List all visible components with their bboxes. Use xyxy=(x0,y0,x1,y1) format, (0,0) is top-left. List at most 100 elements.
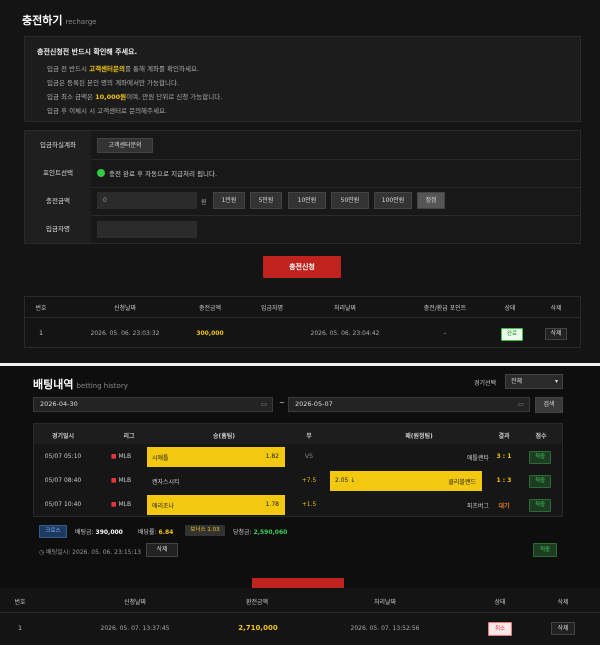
col-draw: 무 xyxy=(306,433,312,440)
away-team: 피츠버그 xyxy=(466,503,489,510)
game-time: 05/07 05:10 xyxy=(44,453,82,460)
point-text: 충전 완료 후 자동으로 지급처리 됩니다. xyxy=(109,170,218,178)
amount-50man-button[interactable]: 50만원 xyxy=(331,192,369,209)
row-proc-date: 2026. 05. 06. 23:04:42 xyxy=(310,330,380,337)
col-req-date: 신청날짜 xyxy=(113,305,137,312)
home-odds: 1.82 xyxy=(265,453,279,460)
away-team: 클리블랜드 xyxy=(448,479,476,486)
calendar-icon: ▭ xyxy=(517,400,524,408)
handicap-cell: +7.5 xyxy=(301,477,317,484)
amount-10man-button[interactable]: 10만원 xyxy=(288,192,326,209)
amount-input[interactable]: 0 xyxy=(97,192,197,209)
amount-row: 충전금액 0 원 1만원 5만원 10만원 50만원 100만원 정정 xyxy=(25,187,580,216)
col-delete: 삭제 xyxy=(550,305,562,312)
amount-5man-button[interactable]: 5만원 xyxy=(250,192,282,209)
game-league: ■ MLB xyxy=(110,501,132,508)
col-time: 경기일시 xyxy=(51,433,75,440)
table-header: 번호 신청날짜 충전금액 입금자명 처리날짜 충전/환급 포인트 상태 삭제 xyxy=(25,297,580,318)
depositor-label: 입금자명 xyxy=(25,215,91,243)
col-status: 상태 xyxy=(494,599,506,606)
table-row: 05/07 08:40 ■ MLB 캔자스시티 +7.5 2.05 ↓ 클리블랜드… xyxy=(34,470,562,492)
point-label: 포인트선택 xyxy=(25,159,91,187)
away-team: 애틀랜타 xyxy=(466,455,489,462)
result-badge: 적중 xyxy=(529,499,551,512)
home-odds: 1.78 xyxy=(265,501,279,508)
notice-line: 입금 후 이체시 시 고객센터로 문의해주세요. xyxy=(47,107,168,115)
home-team: 시애틀 xyxy=(152,455,169,462)
row-no: 1 xyxy=(39,330,43,337)
filter-label: 경기선택 xyxy=(474,380,497,387)
amount-label: 충전금액 xyxy=(25,187,91,215)
amount-1man-button[interactable]: 1만원 xyxy=(213,192,245,209)
game-score: 1 : 3 xyxy=(496,477,512,484)
check-icon xyxy=(97,169,105,177)
col-home: 승(홈팀) xyxy=(212,433,236,440)
bet-odds: 배당률: 6.84 xyxy=(138,529,174,536)
bet-summary: 크로스 배팅금: 390,000 배당률: 6.84 보너스 1.03 당첨금:… xyxy=(33,520,563,562)
table-header: 경기일시 리그 승(홈팀) 무 패(원정팀) 결과 점수 xyxy=(34,424,562,444)
table-header: 번호 신청날짜 환전금액 처리날짜 상태 삭제 xyxy=(0,588,600,613)
game-league: ■ MLB xyxy=(110,477,132,484)
home-team: 캔자스시티 xyxy=(152,479,180,486)
mlb-flag-icon: ■ xyxy=(110,477,117,484)
col-amount: 충전금액 xyxy=(198,305,222,312)
depositor-input[interactable] xyxy=(97,221,197,238)
mlb-flag-icon: ■ xyxy=(110,453,117,460)
recharge-submit-button[interactable]: 충전신청 xyxy=(263,256,341,278)
account-row: 입금하실계좌 고객센터문의 xyxy=(25,131,580,160)
col-delete: 삭제 xyxy=(557,599,569,606)
notice-line: 입금 전 반드시 고객센터문의를 통해 계좌를 확인하세요. xyxy=(47,65,200,73)
date-from-input[interactable]: 2026-04-30 ▭ xyxy=(33,397,273,412)
delete-button[interactable]: 삭제 xyxy=(551,622,575,635)
col-no: 번호 xyxy=(14,599,26,606)
col-score: 점수 xyxy=(535,433,547,440)
delete-button[interactable]: 삭제 xyxy=(545,328,567,340)
col-depositor: 입금자명 xyxy=(260,305,284,312)
withdraw-history-table: 번호 신청날짜 환전금액 처리날짜 상태 삭제 1 2026. 05. 07. … xyxy=(0,588,600,645)
bonus-badge: 보너스 1.03 xyxy=(185,525,225,536)
contact-support-button[interactable]: 고객센터문의 xyxy=(97,138,153,153)
account-label: 입금하실계좌 xyxy=(25,131,91,159)
col-league: 리그 xyxy=(123,433,135,440)
bet-type-badge: 크로스 xyxy=(39,525,67,538)
home-pick[interactable]: 애리조나 1.78 xyxy=(147,495,285,515)
delete-bet-button[interactable]: 삭제 xyxy=(146,543,178,557)
game-filter-select[interactable]: 전체 ▾ xyxy=(505,374,563,389)
game-score: 3 : 1 xyxy=(496,453,512,460)
col-req-date: 신청날짜 xyxy=(123,599,147,606)
notice-line: 입금 최소 금액은 10,000원이며, 만원 단위로 신청 가능합니다. xyxy=(47,93,223,101)
depositor-row: 입금자명 xyxy=(25,215,580,243)
status-badge: 완료 xyxy=(501,328,523,341)
home-pick[interactable]: 시애틀 1.82 xyxy=(147,447,285,467)
row-req-date: 2026. 05. 06. 23:03:32 xyxy=(90,330,160,337)
home-team: 애리조나 xyxy=(152,503,175,510)
recharge-form: 입금하실계좌 고객센터문의 포인트선택 충전 완료 후 자동으로 지급처리 됩니… xyxy=(24,130,581,244)
submit-button-partial[interactable] xyxy=(252,578,344,588)
recharge-history-table: 번호 신청날짜 충전금액 입금자명 처리날짜 충전/환급 포인트 상태 삭제 1… xyxy=(24,296,581,348)
betting-title: 배팅내역 betting history xyxy=(33,378,128,391)
col-proc-date: 처리날짜 xyxy=(333,305,357,312)
handicap-cell: +1.5 xyxy=(301,501,317,508)
row-amount: 300,000 xyxy=(196,330,224,337)
table-row: 05/07 05:10 ■ MLB 시애틀 1.82 VS 애틀랜타 3 : 1 … xyxy=(34,446,562,468)
amount-reset-button[interactable]: 정정 xyxy=(417,192,445,209)
col-amount: 환전금액 xyxy=(245,599,269,606)
col-proc-date: 처리날짜 xyxy=(373,599,397,606)
game-league: ■ MLB xyxy=(110,453,132,460)
table-row: 05/07 10:40 ■ MLB 애리조나 1.78 +1.5 피츠버그 대기 … xyxy=(34,494,562,516)
away-pick[interactable]: 2.05 ↓ 클리블랜드 xyxy=(330,471,482,491)
amount-100man-button[interactable]: 100만원 xyxy=(374,192,412,209)
col-status: 상태 xyxy=(504,305,516,312)
table-row: 1 2026. 05. 06. 23:03:32 300,000 2026. 0… xyxy=(25,319,580,347)
date-to-input[interactable]: 2026-05-07 ▭ xyxy=(288,397,530,412)
page-title: 충전하기 recharge xyxy=(22,14,97,27)
result-badge: 적중 xyxy=(529,475,551,488)
clock-icon: ◷ xyxy=(39,549,45,556)
row-point: - xyxy=(443,330,447,337)
search-button[interactable]: 검색 xyxy=(535,397,563,413)
away-odds: 2.05 ↓ xyxy=(335,477,356,484)
date-separator: ~ xyxy=(279,399,285,407)
bet-amount: 배팅금: 390,000 xyxy=(75,529,123,536)
row-proc-date: 2026. 05. 07. 13:52:56 xyxy=(350,625,420,632)
notice-box: 충전신청전 반드시 확인해 주세요. 입금 전 반드시 고객센터문의를 통해 계… xyxy=(24,36,581,122)
